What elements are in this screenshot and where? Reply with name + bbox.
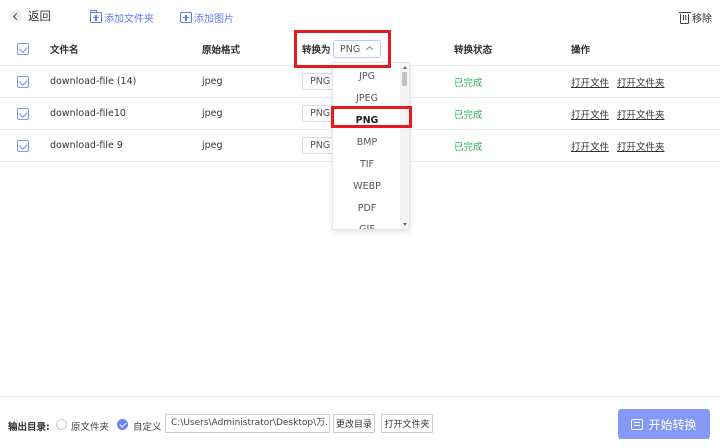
radio-custom-label: 自定义: [133, 422, 162, 433]
convert-to-select[interactable]: PNG: [333, 40, 381, 58]
select-all-checkbox[interactable]: [17, 32, 29, 65]
header-file-name: 文件名: [50, 44, 79, 56]
table-header: 文件名 原始格式 转换为 PNG 转换状态 操作: [0, 32, 720, 66]
row-file-name: download-file10: [50, 108, 126, 119]
header-actions: 操作: [571, 44, 591, 56]
trash-icon: [678, 11, 691, 24]
back-label: 返回: [28, 9, 51, 23]
row-checkbox[interactable]: [17, 130, 29, 161]
open-folder-link[interactable]: 打开文件夹: [617, 75, 665, 89]
checkbox-icon: [17, 107, 29, 120]
dropdown-scrollbar[interactable]: [400, 63, 409, 229]
dropdown-option-bmp[interactable]: BMP: [333, 131, 401, 153]
radio-custom[interactable]: [117, 419, 128, 430]
row-file-name: download-file 9: [50, 140, 123, 151]
chevron-up-icon: [365, 45, 374, 54]
change-dir-button[interactable]: 更改目录: [333, 414, 375, 433]
radio-original-folder[interactable]: [56, 419, 67, 430]
open-file-link[interactable]: 打开文件: [571, 75, 609, 89]
convert-to-value: PNG: [340, 43, 361, 55]
format-dropdown-list: JPG JPEG PNG BMP TIF WEBP PDF GIF: [332, 62, 410, 230]
dropdown-option-pdf[interactable]: PDF: [333, 197, 401, 219]
top-toolbar: 返回 添加文件夹 添加图片 移除: [0, 0, 720, 32]
start-convert-button[interactable]: 开始转换: [618, 409, 710, 439]
dropdown-option-png[interactable]: PNG: [333, 109, 401, 131]
add-image-icon: [180, 12, 192, 23]
add-image-button[interactable]: 添加图片: [180, 10, 234, 25]
start-convert-label: 开始转换: [648, 417, 697, 432]
back-button[interactable]: 返回: [10, 8, 51, 24]
header-status: 转换状态: [454, 44, 493, 56]
dropdown-option-webp[interactable]: WEBP: [333, 175, 401, 197]
radio-original-folder-label: 原文件夹: [71, 422, 110, 433]
open-folder-link[interactable]: 打开文件夹: [617, 107, 665, 121]
header-convert-to: 转换为: [302, 44, 331, 56]
header-original-format: 原始格式: [202, 44, 241, 56]
add-image-label: 添加图片: [194, 14, 234, 25]
row-original-format: jpeg: [202, 108, 223, 119]
row-original-format: jpeg: [202, 76, 223, 87]
open-folder-button[interactable]: 打开文件夹: [381, 414, 433, 433]
dropdown-option-jpg[interactable]: JPG: [333, 65, 401, 87]
dropdown-option-jpeg[interactable]: JPEG: [333, 87, 401, 109]
open-file-link[interactable]: 打开文件: [571, 107, 609, 121]
open-file-link[interactable]: 打开文件: [571, 139, 609, 153]
output-dir-label: 输出目录:: [8, 422, 50, 433]
checkbox-icon: [17, 42, 29, 55]
add-folder-button[interactable]: 添加文件夹: [90, 10, 154, 25]
scroll-up-arrow-icon[interactable]: [402, 66, 407, 69]
row-checkbox[interactable]: [17, 66, 29, 97]
open-folder-link[interactable]: 打开文件夹: [617, 139, 665, 153]
row-status: 已完成: [454, 77, 483, 89]
checkbox-icon: [17, 139, 29, 152]
dropdown-option-tif[interactable]: TIF: [333, 153, 401, 175]
row-file-name: download-file (14): [50, 76, 137, 87]
row-status: 已完成: [454, 141, 483, 153]
scrollbar-thumb[interactable]: [402, 72, 407, 86]
remove-label: 移除: [692, 14, 712, 25]
add-folder-icon: [90, 10, 102, 23]
row-original-format: jpeg: [202, 140, 223, 151]
add-folder-label: 添加文件夹: [104, 14, 154, 25]
row-status: 已完成: [454, 109, 483, 121]
row-checkbox[interactable]: [17, 98, 29, 129]
remove-button[interactable]: 移除: [678, 10, 712, 25]
scroll-down-arrow-icon[interactable]: [402, 223, 407, 226]
dropdown-option-gif[interactable]: GIF: [333, 218, 401, 230]
chevron-left-icon: [10, 10, 22, 22]
output-path-input[interactable]: C:\Users\Administrator\Desktop\万...: [165, 414, 330, 433]
checkbox-icon: [17, 75, 29, 88]
convert-icon: [631, 418, 644, 430]
